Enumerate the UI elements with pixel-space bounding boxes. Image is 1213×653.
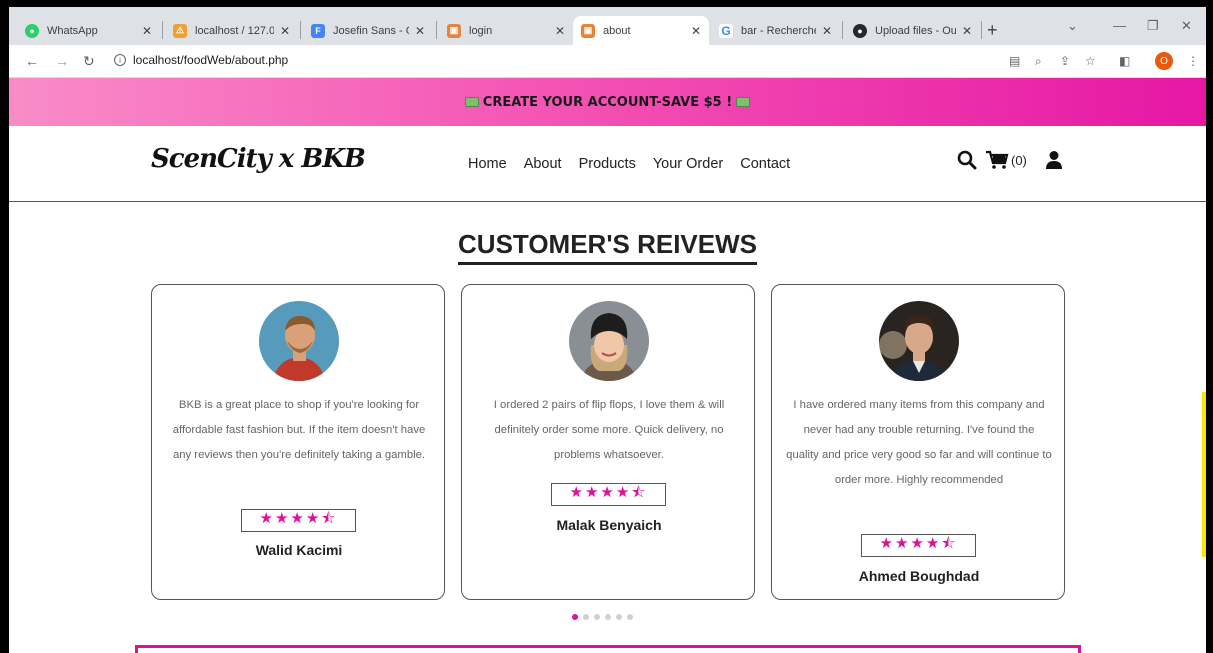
google-icon: G	[719, 23, 733, 38]
avatar	[569, 301, 649, 381]
close-icon[interactable]: ✕	[555, 24, 565, 38]
scroll-indicator[interactable]	[1202, 392, 1206, 557]
tab-label: localhost / 127.0.	[195, 24, 274, 37]
restore-icon[interactable]: ❐	[1147, 18, 1159, 34]
promo-link[interactable]: CREATE YOUR ACCOUNT-SAVE $5 !	[464, 94, 751, 110]
tab-github[interactable]: ● Upload files - Ou ✕	[845, 16, 980, 45]
review-card: BKB is a great place to shop if you're l…	[151, 284, 445, 600]
star-rating: ★★★★⯪	[551, 483, 666, 506]
site-logo[interactable]: ScenCity x BKB	[151, 144, 366, 174]
forward-icon[interactable]: →	[55, 53, 69, 69]
review-text: BKB is a great place to shop if you're l…	[172, 399, 426, 461]
next-section-box	[135, 645, 1081, 653]
nav-your-order[interactable]: Your Order	[653, 156, 723, 172]
search-icon[interactable]	[957, 150, 977, 170]
tab-label: Upload files - Ou	[875, 24, 956, 37]
share-icon[interactable]: ⇪	[1060, 54, 1070, 68]
cart-icon[interactable]	[985, 150, 1009, 170]
carousel-dot[interactable]	[572, 614, 578, 620]
tab-search-icon[interactable]: ⌄	[1067, 18, 1078, 34]
new-tab-icon[interactable]: +	[987, 20, 998, 41]
tab-about[interactable]: ▣ about ✕	[573, 16, 709, 45]
avatar	[259, 301, 339, 381]
close-icon[interactable]: ✕	[142, 24, 152, 38]
github-icon: ●	[853, 23, 867, 38]
reload-icon[interactable]: ↻	[83, 53, 95, 70]
reviewer-name: Ahmed Boughdad	[858, 568, 980, 584]
carousel-dot[interactable]	[616, 614, 622, 620]
zoom-icon[interactable]: ⌕	[1035, 54, 1042, 69]
header-icons: (0)	[957, 150, 1063, 170]
minimize-icon[interactable]: —	[1113, 18, 1126, 33]
carousel-dot[interactable]	[583, 614, 589, 620]
url-text: localhost/foodWeb/about.php	[133, 53, 289, 67]
tab-label: login	[469, 24, 493, 37]
bookmark-star-icon[interactable]: ☆	[1085, 54, 1096, 68]
tab-separator	[162, 21, 163, 39]
nav-home[interactable]: Home	[468, 156, 507, 172]
menu-icon[interactable]: ⋮	[1187, 54, 1199, 68]
main-nav: Home About Products Your Order Contact	[468, 156, 790, 172]
carousel-dot[interactable]	[594, 614, 600, 620]
carousel-dot[interactable]	[605, 614, 611, 620]
page-icon: ▣	[447, 23, 461, 38]
url-field[interactable]: i localhost/foodWeb/about.php	[114, 53, 288, 67]
whatsapp-icon: ●	[25, 23, 39, 38]
close-icon[interactable]: ✕	[822, 24, 832, 38]
review-text: I ordered 2 pairs of flip flops, I love …	[493, 399, 725, 461]
tab-whatsapp[interactable]: ● WhatsApp ✕	[17, 16, 160, 45]
tab-phpmyadmin[interactable]: ⚠ localhost / 127.0. ✕	[165, 16, 298, 45]
back-icon[interactable]: ←	[25, 53, 39, 69]
tab-separator	[981, 21, 982, 39]
carousel-dot[interactable]	[627, 614, 633, 620]
tab-separator	[842, 21, 843, 39]
tab-label: about	[603, 24, 631, 37]
close-icon[interactable]: ✕	[415, 24, 425, 38]
tab-label: WhatsApp	[47, 24, 98, 37]
close-icon[interactable]: ✕	[962, 24, 972, 38]
close-icon[interactable]: ✕	[691, 24, 701, 38]
section-title: CUSTOMER'S REIVEWS	[9, 229, 1206, 265]
nav-products[interactable]: Products	[579, 156, 636, 172]
review-text: I have ordered many items from this comp…	[786, 399, 1052, 486]
nav-contact[interactable]: Contact	[740, 156, 790, 172]
info-icon[interactable]: i	[114, 54, 126, 66]
google-fonts-icon: F	[311, 23, 325, 38]
close-icon[interactable]: ✕	[280, 24, 290, 38]
cart-count[interactable]: (0)	[1011, 153, 1027, 168]
phpmyadmin-icon: ⚠	[173, 23, 187, 38]
tab-label: Josefin Sans - Go	[333, 24, 409, 37]
star-rating: ★★★★⯪	[861, 534, 976, 557]
user-icon[interactable]	[1045, 150, 1063, 170]
profile-avatar[interactable]: O	[1155, 52, 1173, 70]
money-icon	[464, 97, 479, 107]
site-header: ScenCity x BKB Home About Products Your …	[9, 126, 1206, 202]
review-card: I have ordered many items from this comp…	[771, 284, 1065, 600]
nav-about[interactable]: About	[524, 156, 562, 172]
tab-strip: ● WhatsApp ✕ ⚠ localhost / 127.0. ✕ F Jo…	[9, 7, 1206, 45]
tab-google-fonts[interactable]: F Josefin Sans - Go ✕	[303, 16, 433, 45]
reviewer-name: Malak Benyaich	[556, 517, 662, 533]
tab-label: bar - Recherche	[741, 24, 816, 37]
carousel-pagination	[572, 614, 633, 620]
money-icon	[736, 97, 751, 107]
tab-separator	[436, 21, 437, 39]
reviews-heading: CUSTOMER'S REIVEWS	[458, 229, 757, 265]
promo-text: CREATE YOUR ACCOUNT-SAVE $5 !	[482, 94, 733, 110]
address-bar: ← → ↻ i localhost/foodWeb/about.php ▤ ⌕ …	[9, 45, 1206, 78]
side-panel-icon[interactable]: ◧	[1119, 54, 1130, 68]
tab-google-search[interactable]: G bar - Recherche ✕	[711, 16, 840, 45]
review-card: I ordered 2 pairs of flip flops, I love …	[461, 284, 755, 600]
close-window-icon[interactable]: ✕	[1181, 18, 1192, 34]
translate-icon[interactable]: ▤	[1009, 54, 1020, 68]
reviewer-name: Walid Kacimi	[255, 542, 343, 558]
avatar	[879, 301, 959, 381]
tab-login[interactable]: ▣ login ✕	[439, 16, 573, 45]
promo-banner: CREATE YOUR ACCOUNT-SAVE $5 !	[9, 78, 1206, 126]
star-rating: ★★★★⯪	[241, 509, 356, 532]
tab-separator	[300, 21, 301, 39]
page-icon: ▣	[581, 23, 595, 38]
browser-window: ● WhatsApp ✕ ⚠ localhost / 127.0. ✕ F Jo…	[9, 7, 1206, 653]
